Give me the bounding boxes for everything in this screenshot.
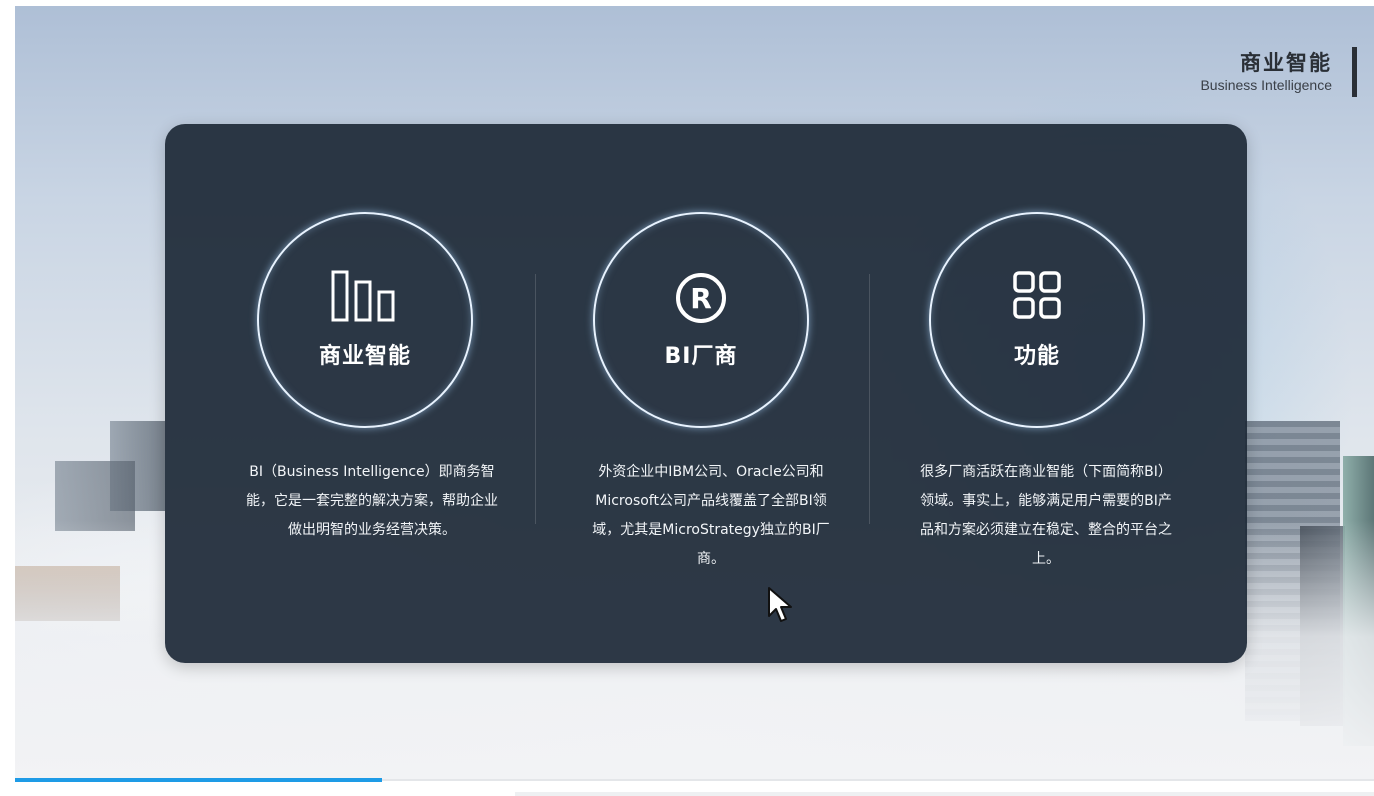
card-circle: R BI厂商 [593, 212, 809, 428]
bar-chart-icon [329, 270, 401, 326]
svg-text:R: R [690, 282, 712, 315]
card-title: BI厂商 [664, 344, 738, 369]
column-divider [869, 274, 870, 524]
card-business-intelligence: 商业智能 BI（Business Intelligence）即商务智能，它是一套… [200, 124, 530, 663]
card-bi-vendors: R BI厂商 外资企业中IBM公司、Oracle公司和Microsoft公司产品… [536, 124, 866, 663]
slide-subtitle: Business Intelligence [1200, 77, 1332, 93]
playback-progress-bar[interactable] [15, 778, 382, 782]
slide-title-block: 商业智能 Business Intelligence [1200, 50, 1332, 94]
content-panel: 商业智能 BI（Business Intelligence）即商务智能，它是一套… [165, 124, 1247, 663]
grid-four-squares-icon [1012, 270, 1062, 324]
card-circle: 商业智能 [257, 212, 473, 428]
card-circle: 功能 [929, 212, 1145, 428]
title-accent-bar [1352, 47, 1357, 97]
registered-r-icon: R [673, 270, 729, 330]
slide-title: 商业智能 [1240, 51, 1332, 75]
mouse-cursor-icon [767, 586, 795, 628]
card-description: 外资企业中IBM公司、Oracle公司和Microsoft公司产品线覆盖了全部B… [592, 464, 830, 567]
card-description: BI（Business Intelligence）即商务智能，它是一套完整的解决… [246, 464, 498, 538]
card-title: 功能 [1013, 344, 1060, 369]
playback-progress-track[interactable] [382, 779, 1374, 781]
card-title: 商业智能 [318, 344, 411, 369]
bottom-toolbar-edge [515, 792, 1374, 796]
slide: 商业智能 Business Intelligence 商业智能 BI（Busin… [15, 6, 1374, 780]
card-description: 很多厂商活跃在商业智能（下面简称BI）领域。事实上，能够满足用户需要的BI产品和… [920, 464, 1172, 567]
card-features: 功能 很多厂商活跃在商业智能（下面简称BI）领域。事实上，能够满足用户需要的BI… [872, 124, 1202, 663]
